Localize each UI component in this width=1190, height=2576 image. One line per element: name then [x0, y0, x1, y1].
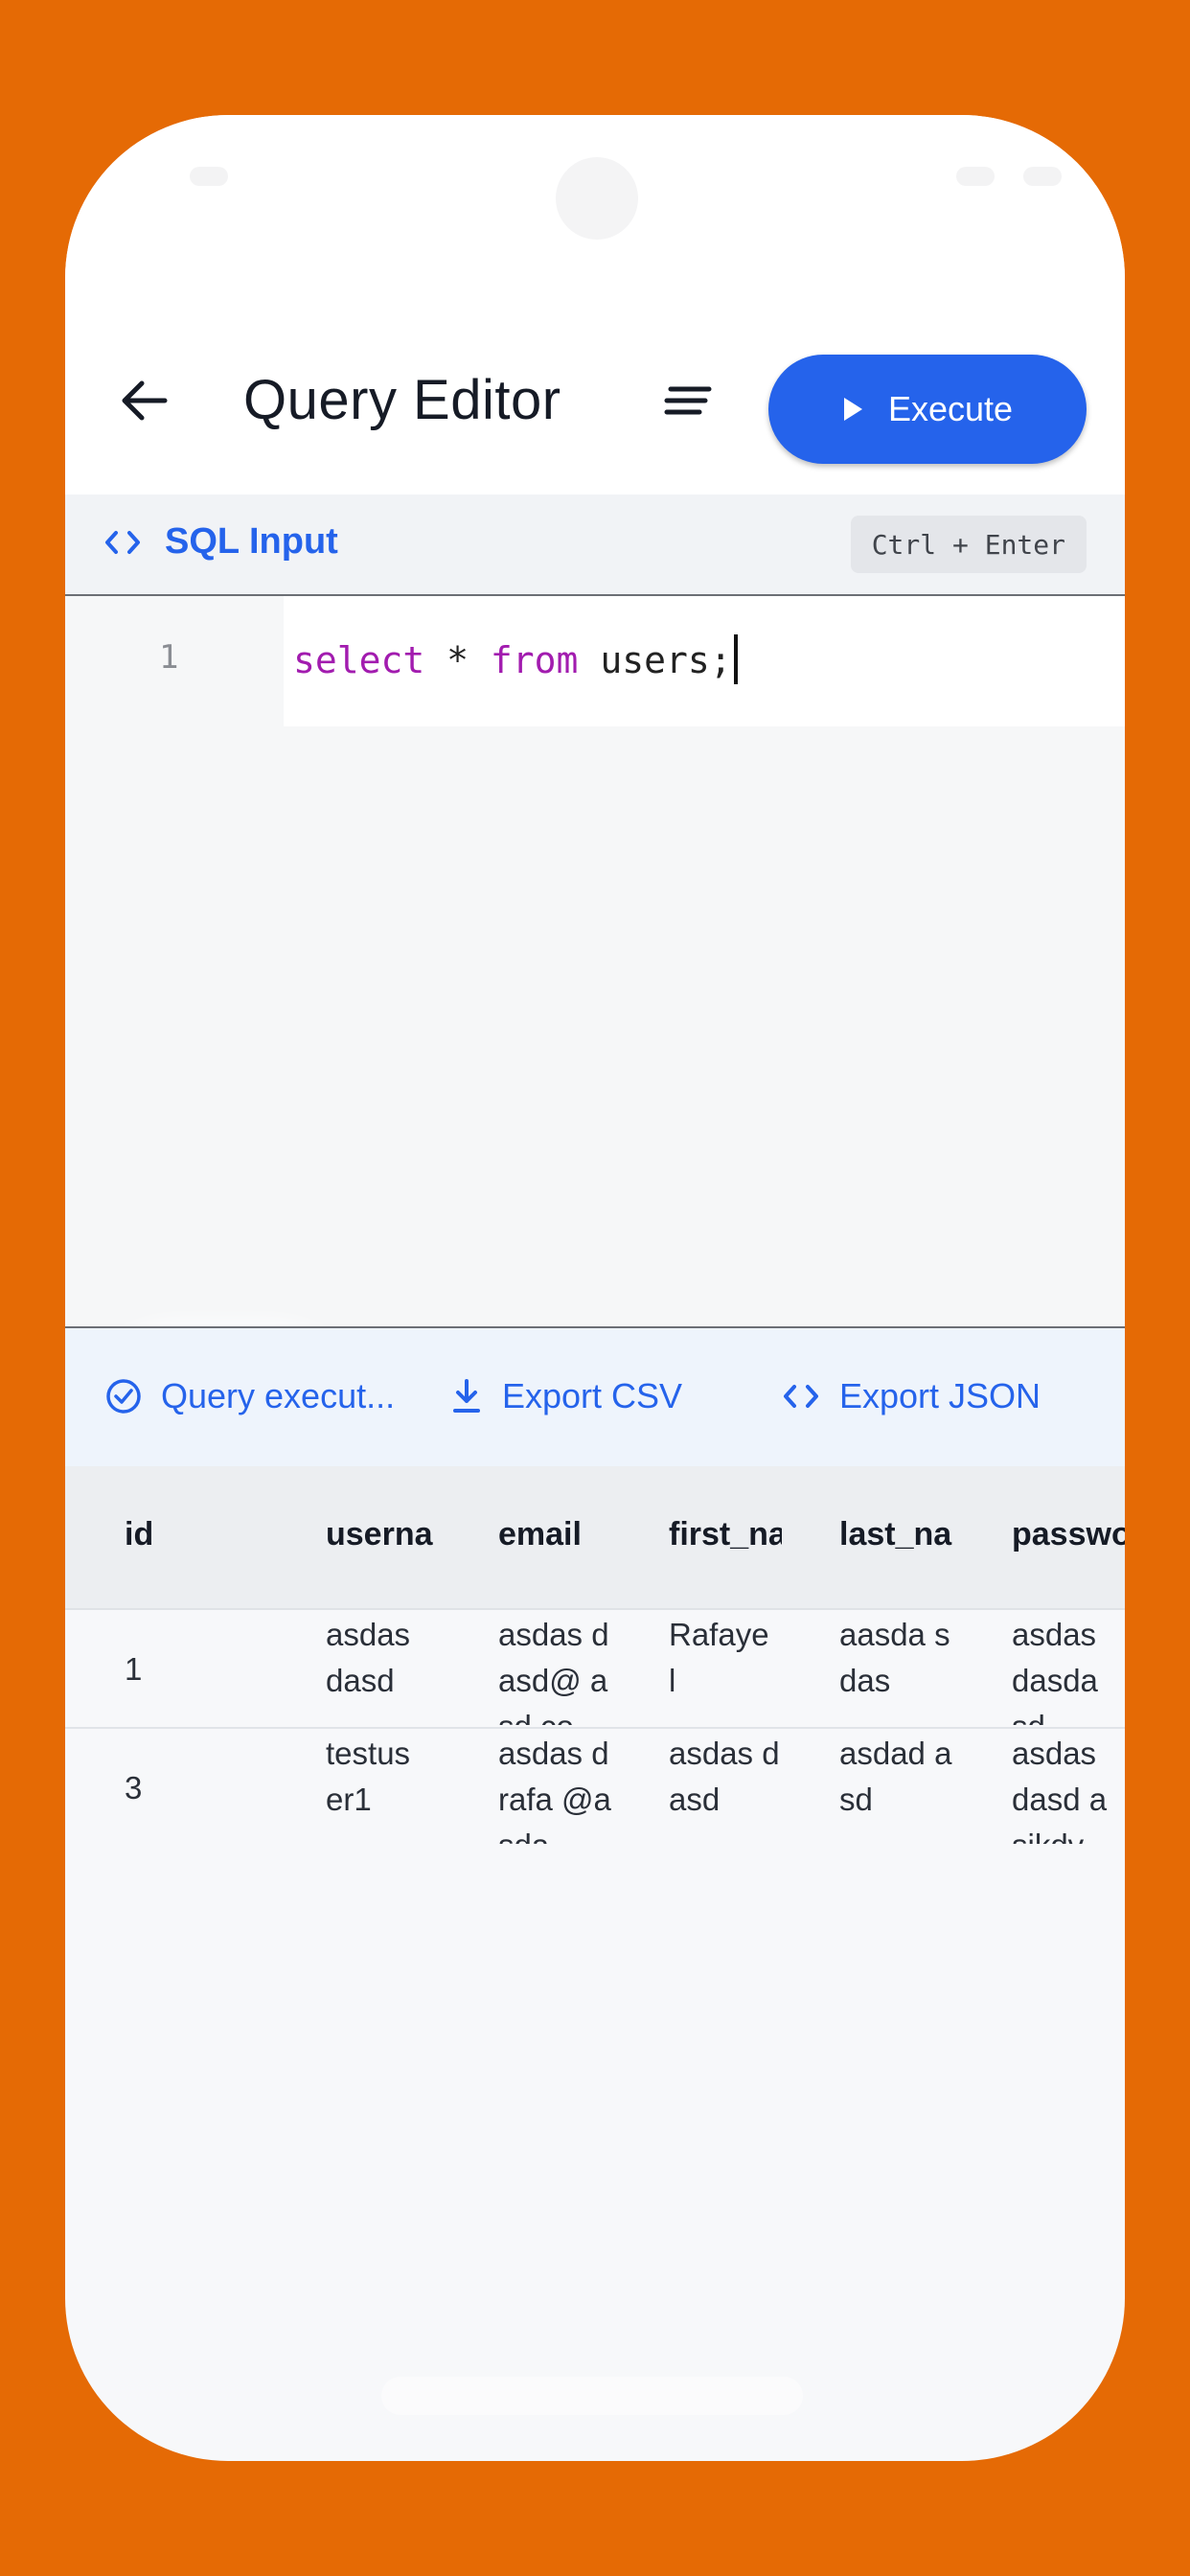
table-cell: 3	[125, 1770, 143, 1806]
status-indicator	[1023, 167, 1062, 186]
phone-screen: Query Editor Execute SQL Input Ctrl + En…	[65, 115, 1125, 2461]
text-caret	[733, 634, 738, 684]
table-cell: asdas dasd	[326, 1617, 411, 1698]
column-header-username[interactable]: userna	[326, 1516, 439, 1553]
keyword-token: from	[490, 639, 579, 681]
table-row[interactable]: 1 asdas dasd asdas dasd@ asd.co Rafaye l…	[65, 1610, 1125, 1729]
export-csv-button[interactable]: Export CSV	[450, 1376, 682, 1416]
page-title: Query Editor	[243, 369, 561, 431]
keyword-token: select	[293, 639, 425, 681]
table-cell: 1	[125, 1651, 143, 1687]
export-csv-label: Export CSV	[502, 1376, 683, 1415]
column-header-id[interactable]: id	[125, 1516, 268, 1553]
column-header-last-name[interactable]: last_na	[839, 1516, 952, 1553]
play-icon	[842, 397, 863, 422]
status-indicator	[956, 167, 995, 186]
table-cell: asdad asd	[839, 1736, 952, 1817]
table-cell: asdas dasd asikdv	[1012, 1736, 1108, 1844]
sql-code[interactable]: select * from users;	[293, 634, 738, 684]
back-button[interactable]	[107, 364, 180, 437]
home-indicator[interactable]	[381, 2377, 803, 2415]
sql-input-label: SQL Input	[165, 521, 338, 562]
query-status: Query execut...	[105, 1376, 395, 1416]
table-cell: Rafaye l	[669, 1617, 769, 1698]
table-cell: aasda sdas	[839, 1617, 950, 1698]
export-json-button[interactable]: Export JSON	[782, 1376, 1041, 1416]
table-cell: asdas dasd	[669, 1736, 780, 1817]
query-status-text: Query execut...	[161, 1376, 396, 1415]
execute-button[interactable]: Execute	[768, 355, 1087, 464]
table-row[interactable]: 3 testus er1 asdas drafa @asda asdas das…	[65, 1729, 1125, 1846]
sql-editor[interactable]: 1 select * from users;	[65, 596, 1125, 1689]
code-line[interactable]: select * from users;	[284, 596, 1125, 726]
front-camera	[556, 157, 638, 240]
check-circle-icon	[105, 1378, 142, 1414]
code-icon	[782, 1381, 820, 1412]
column-header-first-name[interactable]: first_na	[669, 1516, 782, 1553]
line-number: 1	[159, 638, 179, 677]
column-header-password[interactable]: passwo	[1012, 1516, 1125, 1553]
sql-input-header: SQL Input Ctrl + Enter	[65, 494, 1125, 596]
status-bar	[65, 115, 1125, 307]
table-cell: asdas dasda sd	[1012, 1617, 1098, 1725]
format-lines-icon	[664, 386, 712, 415]
status-indicator	[190, 167, 228, 186]
execute-label: Execute	[887, 389, 1014, 428]
arrow-left-icon	[122, 380, 168, 421]
shortcut-hint: Ctrl + Enter	[850, 516, 1087, 573]
table-cell: asdas dasd@ asd.co	[498, 1617, 609, 1725]
code-token: *	[424, 639, 491, 681]
code-token: users;	[578, 639, 732, 681]
table-header: id userna email first_na last_na passwo	[65, 1466, 1125, 1610]
table-cell: testus er1	[326, 1736, 411, 1817]
download-icon	[450, 1378, 483, 1414]
result-toolbar: Query execut... Export CSV Export JSON	[65, 1326, 1125, 1468]
app-bar: Query Editor Execute	[65, 307, 1125, 494]
export-json-label: Export JSON	[839, 1376, 1041, 1415]
column-header-email[interactable]: email	[498, 1516, 613, 1553]
code-icon	[103, 527, 142, 563]
results-table: id userna email first_na last_na passwo …	[65, 1466, 1125, 1846]
format-button[interactable]	[652, 364, 724, 437]
line-gutter: 1	[65, 596, 284, 726]
table-cell: asdas drafa @asda	[498, 1736, 611, 1844]
